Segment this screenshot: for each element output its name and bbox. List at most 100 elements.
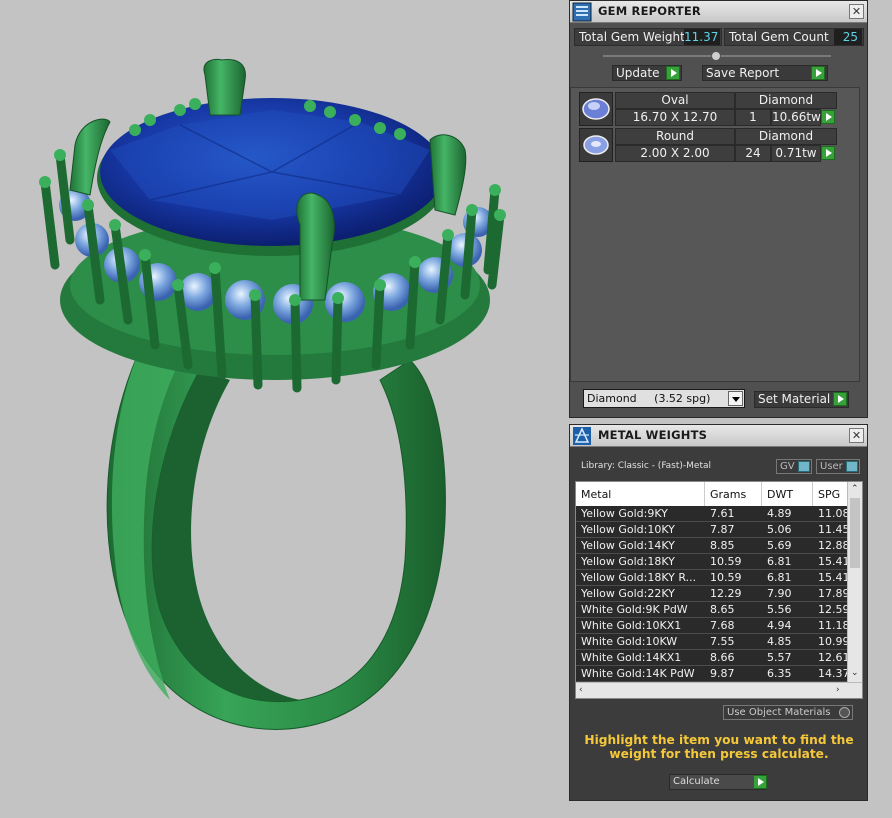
- gem-weight: 10.66tw: [771, 109, 821, 126]
- total-gem-count-label: Total Gem Count: [729, 30, 829, 44]
- metal-table[interactable]: Metal Grams DWT SPG Yellow Gold:9KY 7.61 4…: [575, 481, 863, 699]
- total-gem-weight-label: Total Gem Weight: [579, 30, 685, 44]
- gem-reporter-titlebar[interactable]: GEM REPORTER ✕: [570, 1, 867, 23]
- scroll-right-icon[interactable]: ›: [836, 685, 840, 695]
- toggle-knob: [798, 461, 810, 472]
- table-row[interactable]: Yellow Gold:18KY R... 10.59 6.81 15.41: [576, 570, 848, 586]
- cell-grams: 7.68: [710, 619, 735, 632]
- toggle-dot: [839, 707, 850, 718]
- gem-row-play-icon[interactable]: [821, 110, 835, 124]
- cell-metal: Yellow Gold:14KY: [581, 539, 675, 552]
- cell-grams: 7.55: [710, 635, 735, 648]
- cell-grams: 10.59: [710, 571, 742, 584]
- vertical-scrollbar[interactable]: ⌃ ⌄: [847, 482, 862, 684]
- separator-slider[interactable]: [603, 51, 831, 61]
- cell-spg: 11.18: [818, 619, 848, 632]
- scroll-left-icon[interactable]: ‹: [579, 685, 583, 695]
- gv-toggle[interactable]: GV: [776, 459, 812, 474]
- slider-handle[interactable]: [711, 51, 721, 61]
- cell-metal: White Gold:10KW: [581, 635, 678, 648]
- use-object-materials-toggle[interactable]: Use Object Materials: [723, 705, 853, 720]
- gem-material: Diamond: [735, 128, 837, 145]
- close-icon[interactable]: ✕: [849, 428, 864, 443]
- gem-row-round[interactable]: Round Diamond 2.00 X 2.00 24 0.71tw: [579, 128, 837, 162]
- cell-dwt: 6.81: [767, 571, 792, 584]
- table-row[interactable]: White Gold:10KW 7.55 4.85 10.99: [576, 634, 848, 650]
- set-material-play-icon[interactable]: [833, 392, 847, 406]
- chevron-down-icon[interactable]: [728, 391, 743, 406]
- cell-metal: White Gold:10KX1: [581, 619, 682, 632]
- cell-spg: 11.45: [818, 523, 848, 536]
- user-toggle-label: User: [820, 461, 843, 472]
- table-row[interactable]: Yellow Gold:14KY 8.85 5.69 12.88: [576, 538, 848, 554]
- calculate-play-icon[interactable]: [753, 775, 767, 789]
- gem-reporter-icon: [572, 2, 592, 22]
- cell-dwt: 4.89: [767, 507, 792, 520]
- cell-spg: 11.08: [818, 507, 848, 520]
- scroll-thumb[interactable]: [850, 498, 860, 568]
- ring-render: [39, 58, 506, 730]
- calculate-button-label: Calculate: [673, 776, 720, 787]
- cell-spg: 12.88: [818, 539, 848, 552]
- metal-weights-titlebar[interactable]: METAL WEIGHTS ✕: [570, 425, 867, 447]
- save-report-play-icon[interactable]: [811, 66, 825, 80]
- calculate-hint: Highlight the item you want to find the …: [584, 733, 854, 761]
- cell-grams: 8.65: [710, 603, 735, 616]
- column-header-dwt[interactable]: DWT: [767, 488, 793, 501]
- material-select[interactable]: Diamond (3.52 spg): [583, 389, 745, 408]
- scroll-down-icon[interactable]: ⌄: [851, 668, 859, 678]
- cell-metal: White Gold:9K PdW: [581, 603, 688, 616]
- column-header-grams[interactable]: Grams: [710, 488, 746, 501]
- material-select-value: Diamond (3.52 spg): [587, 392, 711, 405]
- gv-toggle-label: GV: [780, 461, 795, 472]
- set-material-button-label: Set Material: [758, 392, 831, 406]
- cell-spg: 17.89: [818, 587, 848, 600]
- total-gem-weight-value: 11.37: [684, 29, 720, 45]
- column-header-metal[interactable]: Metal: [581, 488, 611, 501]
- gem-list[interactable]: Oval Diamond 16.70 X 12.70 1 10.66tw Rou…: [570, 87, 860, 382]
- metal-weights-icon: [572, 426, 592, 446]
- gem-row-play-icon[interactable]: [821, 146, 835, 160]
- cell-dwt: 4.85: [767, 635, 792, 648]
- cell-grams: 7.87: [710, 523, 735, 536]
- use-object-materials-label: Use Object Materials: [727, 707, 831, 718]
- user-toggle[interactable]: User: [816, 459, 860, 474]
- update-play-icon[interactable]: [666, 66, 680, 80]
- close-icon[interactable]: ✕: [849, 4, 864, 19]
- table-row[interactable]: Yellow Gold:22KY 12.29 7.90 17.89: [576, 586, 848, 602]
- gem-material: Diamond: [735, 92, 837, 109]
- cell-dwt: 6.81: [767, 555, 792, 568]
- total-gem-count-value: 25: [834, 29, 862, 45]
- cell-grams: 10.59: [710, 555, 742, 568]
- 3d-viewport[interactable]: [0, 0, 568, 818]
- save-report-button[interactable]: Save Report: [702, 65, 828, 81]
- scroll-up-icon[interactable]: ⌃: [851, 484, 859, 494]
- table-row[interactable]: Yellow Gold:9KY 7.61 4.89 11.08: [576, 506, 848, 522]
- gem-row-oval[interactable]: Oval Diamond 16.70 X 12.70 1 10.66tw: [579, 92, 837, 126]
- toggle-knob: [846, 461, 858, 472]
- table-row[interactable]: Yellow Gold:10KY 7.87 5.06 11.45: [576, 522, 848, 538]
- table-row[interactable]: Yellow Gold:18KY 10.59 6.81 15.41: [576, 554, 848, 570]
- horizontal-scrollbar[interactable]: ‹ ›: [576, 682, 862, 698]
- table-row[interactable]: White Gold:14KX1 8.66 5.57 12.61: [576, 650, 848, 666]
- round-gem-icon: [579, 128, 613, 162]
- gem-reporter-panel: GEM REPORTER ✕ Total Gem Weight 11.37 To…: [569, 0, 868, 418]
- table-row[interactable]: White Gold:14K PdW 9.87 6.35 14.37: [576, 666, 848, 682]
- metal-weights-panel: METAL WEIGHTS ✕ Library: Classic - (Fast…: [569, 424, 868, 801]
- cell-dwt: 5.57: [767, 651, 792, 664]
- cell-spg: 12.61: [818, 651, 848, 664]
- cell-dwt: 5.06: [767, 523, 792, 536]
- table-header: Metal Grams DWT SPG: [576, 482, 848, 506]
- library-label: Library: Classic - (Fast)-Metal: [581, 461, 712, 471]
- cell-metal: White Gold:14K PdW: [581, 667, 695, 680]
- table-row[interactable]: White Gold:9K PdW 8.65 5.56 12.59: [576, 602, 848, 618]
- cell-metal: Yellow Gold:9KY: [581, 507, 668, 520]
- table-row[interactable]: White Gold:10KX1 7.68 4.94 11.18: [576, 618, 848, 634]
- column-header-spg[interactable]: SPG: [818, 488, 840, 501]
- cell-spg: 10.99: [818, 635, 848, 648]
- gem-count: 1: [735, 109, 771, 126]
- gem-shape: Round: [615, 128, 735, 145]
- cell-metal: Yellow Gold:18KY R...: [581, 571, 697, 584]
- gem-size: 16.70 X 12.70: [615, 109, 735, 126]
- gem-count: 24: [735, 145, 771, 162]
